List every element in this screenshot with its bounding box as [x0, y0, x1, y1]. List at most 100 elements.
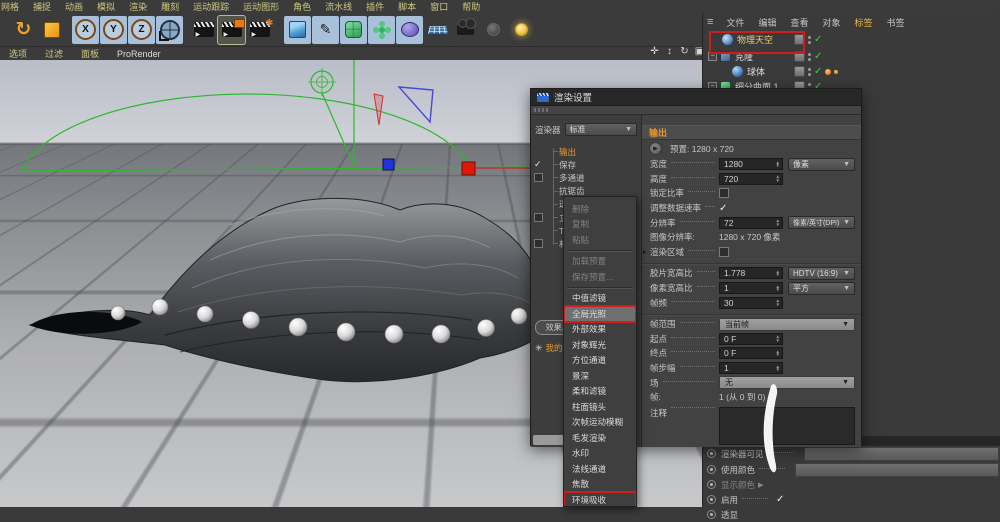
coordinate-system-icon[interactable]: [156, 16, 183, 44]
lock-y-button[interactable]: Y: [100, 16, 127, 44]
clone-sphere[interactable]: [111, 306, 125, 320]
zoom-icon[interactable]: ↕: [663, 47, 676, 57]
stepper-icon[interactable]: ▲▼: [776, 299, 780, 306]
viewport-menu-ProRender[interactable]: ProRender: [108, 49, 170, 59]
menu-item-方位通道[interactable]: 方位通道: [564, 353, 636, 369]
checkbox-icon[interactable]: [719, 188, 729, 198]
rotate-view-icon[interactable]: ↻: [678, 47, 691, 57]
menu-插件[interactable]: 插件: [359, 0, 391, 13]
number-input[interactable]: 1▲▼: [719, 362, 783, 374]
viewport-menu-面板[interactable]: 面板: [72, 47, 108, 60]
tag-dot-icon[interactable]: [825, 69, 831, 75]
subdivision-mesh-object[interactable]: [30, 198, 559, 381]
menu-角色[interactable]: 角色: [286, 0, 318, 13]
dialog-grip[interactable]: [531, 106, 861, 115]
menu-item-毛发渲染[interactable]: 毛发渲染: [564, 430, 636, 446]
stepper-icon[interactable]: ▲▼: [776, 161, 780, 168]
render-view-button[interactable]: [190, 16, 217, 44]
edit-render-settings-button[interactable]: ✱: [246, 16, 273, 44]
lock-z-button[interactable]: Z: [128, 16, 155, 44]
om-menu-编辑[interactable]: 编辑: [751, 16, 783, 29]
enabled-check-icon[interactable]: ✓: [814, 67, 822, 77]
menu-脚本[interactable]: 脚本: [391, 0, 423, 13]
viewport-menu-过滤[interactable]: 过滤: [36, 47, 72, 60]
checkbox-checked-icon[interactable]: ✓: [719, 203, 727, 214]
menu-渲染[interactable]: 渲染: [122, 0, 154, 13]
menu-item-柔和滤镜[interactable]: 柔和滤镜: [564, 384, 636, 400]
number-input[interactable]: 72▲▼: [719, 217, 783, 229]
hamburger-icon[interactable]: ≡: [707, 16, 713, 28]
om-menu-查看[interactable]: 查看: [783, 16, 815, 29]
menu-item-焦散[interactable]: 焦散: [564, 477, 636, 493]
menu-item-环境吸收[interactable]: 环境吸收: [564, 492, 636, 507]
number-input[interactable]: 1.778▲▼: [719, 267, 783, 279]
menu-item-中值滤镜[interactable]: 中值滤镜: [564, 291, 636, 307]
number-input[interactable]: 0 F▲▼: [719, 347, 783, 359]
menu-网格[interactable]: 网格: [0, 0, 26, 13]
menu-运动跟踪[interactable]: 运动跟踪: [186, 0, 236, 13]
renderer-select[interactable]: 标准▼: [565, 123, 637, 136]
om-menu-文件[interactable]: 文件: [719, 16, 751, 29]
stepper-icon[interactable]: ▲▼: [776, 365, 780, 372]
checkmark-icon[interactable]: ✓: [776, 494, 784, 505]
menu-item-景深[interactable]: 景深: [564, 368, 636, 384]
menu-item-水印[interactable]: 水印: [564, 446, 636, 462]
checkbox-icon[interactable]: [534, 239, 543, 248]
number-input[interactable]: 30▲▼: [719, 297, 783, 309]
preset-expand-icon[interactable]: ▶: [649, 142, 662, 155]
menu-item-全局光照[interactable]: 全局光照: [564, 306, 636, 322]
menu-流水线[interactable]: 流水线: [318, 0, 359, 13]
dropdown-select[interactable]: 平方▼: [788, 282, 855, 295]
settings-nav-输出[interactable]: 输出: [531, 145, 641, 158]
clone-sphere[interactable]: [152, 299, 168, 315]
rotate-tool-icon[interactable]: ↻: [10, 16, 37, 44]
menu-item-对象辉光[interactable]: 对象辉光: [564, 337, 636, 353]
clone-sphere[interactable]: [432, 325, 450, 343]
menu-窗口[interactable]: 窗口: [423, 0, 455, 13]
clone-sphere[interactable]: [337, 323, 355, 341]
menu-模拟[interactable]: 模拟: [90, 0, 122, 13]
pen-tool-button[interactable]: ✎: [312, 16, 339, 44]
stepper-icon[interactable]: ▲▼: [776, 350, 780, 357]
attr-dropdown-bar[interactable]: [795, 463, 999, 477]
clone-sphere[interactable]: [289, 318, 307, 336]
pan-icon[interactable]: ✛: [648, 47, 661, 57]
floor-button[interactable]: [424, 16, 451, 44]
visibility-dots-icon[interactable]: [808, 36, 811, 44]
enabled-check-icon[interactable]: ✓: [814, 52, 822, 62]
stepper-icon[interactable]: ▲▼: [776, 285, 780, 292]
om-menu-书签[interactable]: 书签: [880, 16, 912, 29]
checkbox-icon[interactable]: [534, 173, 543, 182]
keyframe-circle-icon[interactable]: [707, 465, 716, 474]
stepper-icon[interactable]: ▲▼: [776, 335, 780, 342]
tag-dot-icon[interactable]: [834, 70, 838, 74]
keyframe-circle-icon[interactable]: [707, 510, 716, 519]
settings-nav-多通道[interactable]: 多通道: [531, 171, 641, 184]
cycle-select[interactable]: 当前帧▼: [719, 318, 855, 331]
add-cube-button[interactable]: [284, 16, 311, 44]
enabled-check-icon[interactable]: ✓: [814, 35, 822, 45]
menu-捕捉[interactable]: 捕捉: [26, 0, 58, 13]
light-on-button[interactable]: [508, 16, 535, 44]
keyframe-circle-icon[interactable]: [707, 480, 716, 489]
clone-sphere[interactable]: [197, 306, 213, 322]
scale-tool-icon[interactable]: [38, 16, 65, 44]
deformer-button[interactable]: [396, 16, 423, 44]
mograph-button[interactable]: [368, 16, 395, 44]
viewport-menu-选项[interactable]: 选项: [0, 47, 36, 60]
checkbox-icon[interactable]: [719, 247, 729, 257]
subdivision-surface-button[interactable]: [340, 16, 367, 44]
stepper-icon[interactable]: ▲▼: [776, 219, 780, 226]
clone-sphere[interactable]: [511, 308, 527, 324]
settings-nav-保存[interactable]: ✓保存: [531, 158, 641, 171]
dropdown-select[interactable]: 像素▼: [788, 158, 855, 171]
menu-帮助[interactable]: 帮助: [455, 0, 487, 13]
visibility-dots-icon[interactable]: [808, 68, 811, 76]
render-picture-viewer-button[interactable]: [218, 16, 245, 44]
red-handle[interactable]: [462, 162, 475, 175]
keyframe-circle-icon[interactable]: [707, 449, 716, 458]
visibility-dots-icon[interactable]: [808, 53, 811, 61]
camera-button[interactable]: [452, 16, 479, 44]
blue-handle[interactable]: [383, 159, 394, 170]
number-input[interactable]: 720▲▼: [719, 173, 783, 185]
